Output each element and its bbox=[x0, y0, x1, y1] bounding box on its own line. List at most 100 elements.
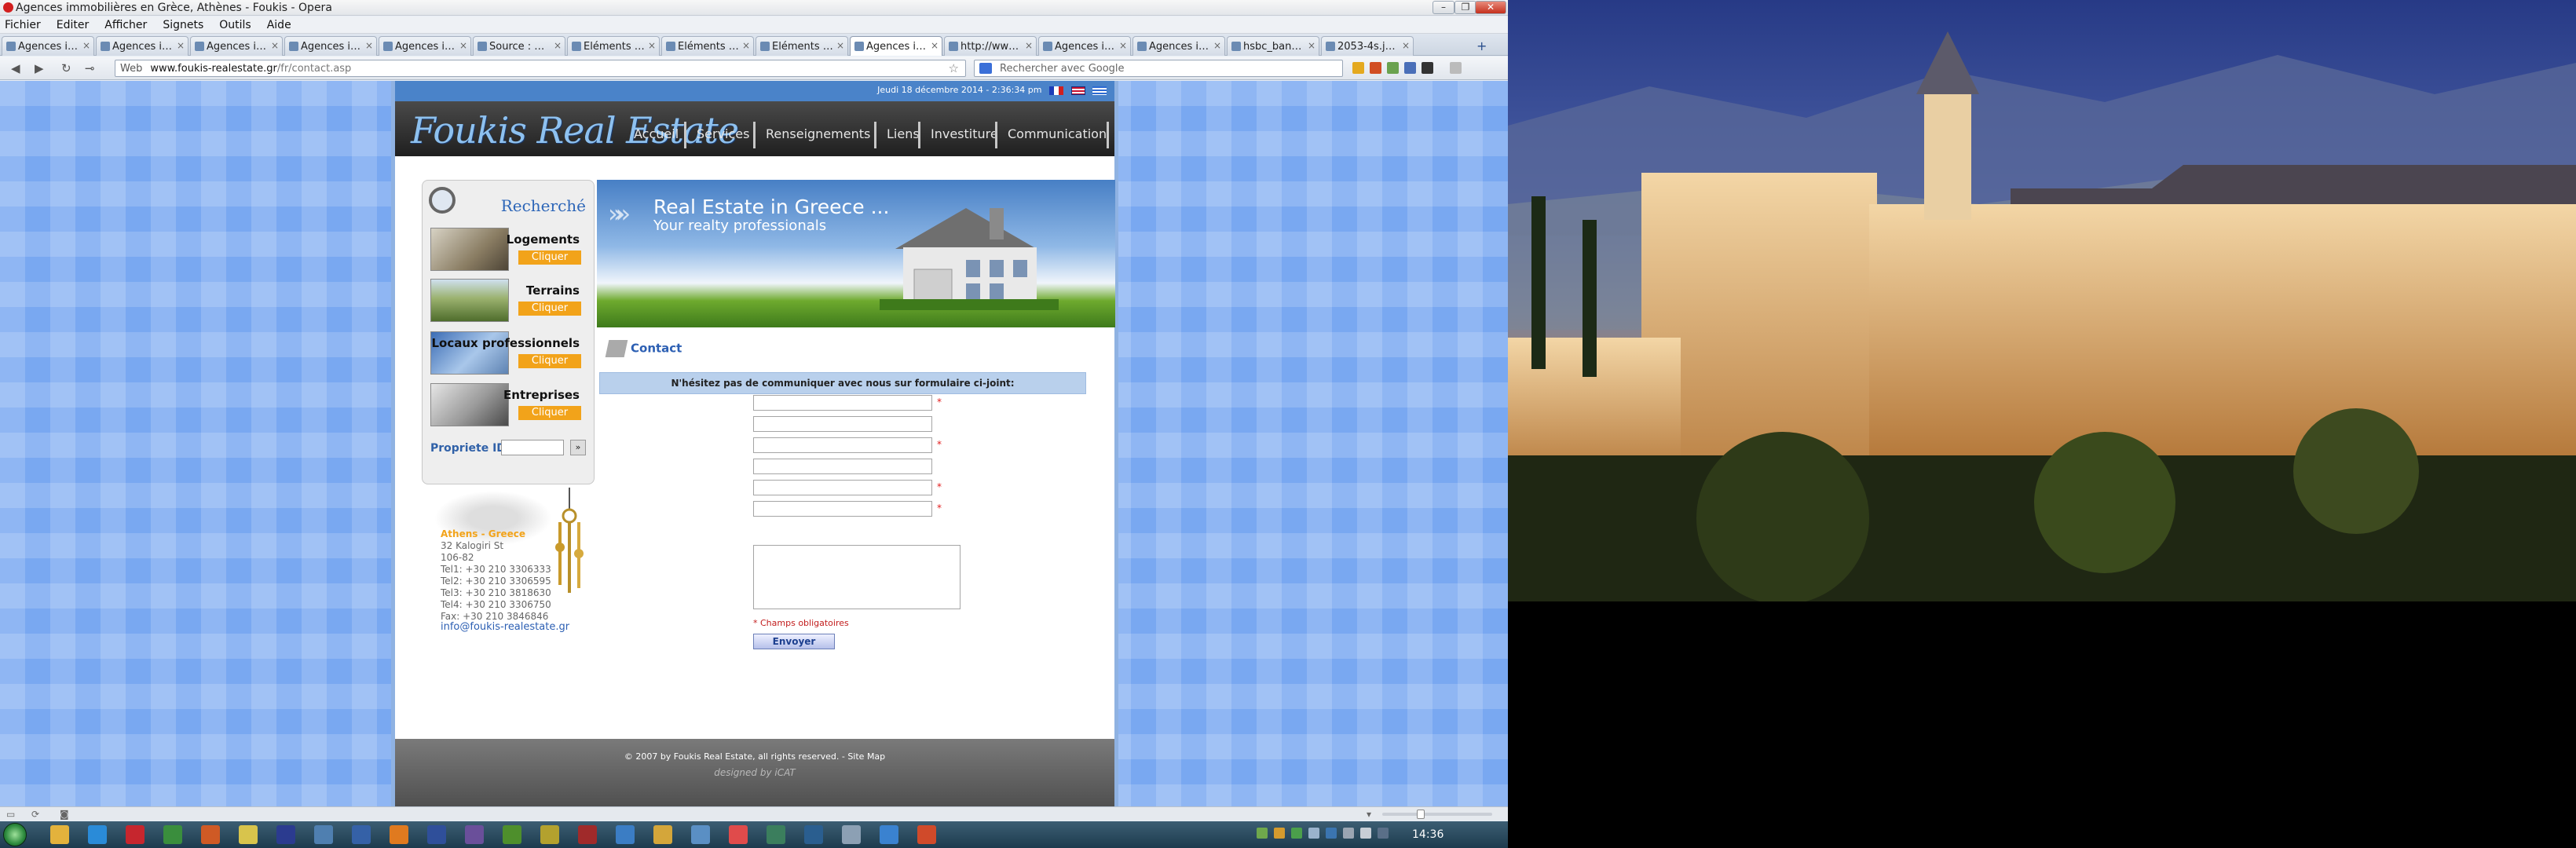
internet-explorer-icon[interactable] bbox=[88, 825, 107, 844]
tab-8[interactable]: Eléments du c...× bbox=[661, 36, 754, 56]
site-logo[interactable]: Foukis Real Estate bbox=[411, 109, 739, 152]
app-icon[interactable] bbox=[729, 825, 748, 844]
property-id-button[interactable]: » bbox=[570, 440, 586, 455]
menu-fichier[interactable]: Fichier bbox=[5, 19, 41, 31]
tab-close-icon[interactable]: × bbox=[82, 40, 90, 51]
nav-accueil[interactable]: Accueil bbox=[634, 126, 679, 141]
extension-icon[interactable] bbox=[1404, 62, 1416, 74]
forward-icon[interactable]: ▶ bbox=[35, 61, 44, 75]
tab-4[interactable]: Agences imm...× bbox=[284, 36, 377, 56]
volume-icon[interactable] bbox=[1360, 828, 1371, 839]
tools-icon[interactable] bbox=[1450, 62, 1462, 74]
tab-close-icon[interactable]: × bbox=[1025, 40, 1033, 51]
fax-input[interactable] bbox=[753, 459, 932, 474]
app-icon[interactable] bbox=[767, 825, 785, 844]
extension-icon[interactable] bbox=[1387, 62, 1399, 74]
app-icon[interactable] bbox=[201, 825, 220, 844]
app-icon[interactable] bbox=[880, 825, 898, 844]
tray-icon[interactable] bbox=[1326, 828, 1337, 839]
mob-input[interactable] bbox=[753, 480, 932, 495]
new-tab-button[interactable]: + bbox=[1476, 38, 1487, 53]
adresse-input[interactable] bbox=[753, 416, 932, 432]
greek-flag-icon[interactable] bbox=[1092, 86, 1107, 95]
back-icon[interactable]: ◀ bbox=[11, 61, 20, 75]
app-icon[interactable] bbox=[804, 825, 823, 844]
maximize-button[interactable]: ❐ bbox=[1454, 1, 1476, 14]
app-icon[interactable] bbox=[578, 825, 597, 844]
opera-taskbar-icon[interactable] bbox=[126, 825, 145, 844]
tab-5[interactable]: Agences imm...× bbox=[379, 36, 471, 56]
zoom-slider-handle[interactable] bbox=[1417, 810, 1425, 819]
extension-icon[interactable] bbox=[1352, 62, 1364, 74]
property-id-input[interactable] bbox=[501, 440, 564, 455]
tab-6[interactable]: Source : Agen...× bbox=[473, 36, 565, 56]
app-icon[interactable] bbox=[616, 825, 635, 844]
nav-services[interactable]: Services bbox=[697, 126, 749, 141]
tab-close-icon[interactable]: × bbox=[931, 40, 939, 51]
tab-close-icon[interactable]: × bbox=[271, 40, 279, 51]
tab-10-active[interactable]: Agences imm...× bbox=[850, 36, 942, 56]
tab-12[interactable]: Agences imm...× bbox=[1038, 36, 1131, 56]
camera-icon[interactable]: ◙ bbox=[60, 809, 69, 820]
email-link[interactable]: info@foukis-realestate.gr bbox=[441, 621, 569, 633]
explorer-icon[interactable] bbox=[50, 825, 69, 844]
taskbar-clock[interactable]: 14:36 bbox=[1412, 828, 1444, 841]
tray-icon[interactable] bbox=[1274, 828, 1285, 839]
tab-1[interactable]: Agences imm...× bbox=[2, 36, 94, 56]
url-field[interactable]: Web www.foukis-realestate.gr/fr/contact.a… bbox=[115, 60, 966, 77]
french-flag-icon[interactable] bbox=[1049, 86, 1063, 95]
action-center-icon[interactable] bbox=[1378, 828, 1389, 839]
chrome-icon[interactable] bbox=[163, 825, 182, 844]
tab-3[interactable]: Agences imm...× bbox=[190, 36, 283, 56]
tray-icon[interactable] bbox=[1308, 828, 1319, 839]
folder-icon[interactable] bbox=[653, 825, 672, 844]
nav-liens[interactable]: Liens bbox=[887, 126, 920, 141]
tab-14[interactable]: hsbc_bank.gif...× bbox=[1227, 36, 1319, 56]
speed-dial-icon[interactable]: ⟳ bbox=[31, 809, 39, 820]
tab-close-icon[interactable]: × bbox=[365, 40, 373, 51]
close-button[interactable]: ✕ bbox=[1475, 1, 1506, 14]
tab-close-icon[interactable]: × bbox=[742, 40, 750, 51]
app-icon[interactable] bbox=[352, 825, 371, 844]
zoom-icon[interactable]: ▾ bbox=[1367, 809, 1371, 820]
menu-outils[interactable]: Outils bbox=[219, 19, 251, 31]
tab-close-icon[interactable]: × bbox=[1402, 40, 1410, 51]
app-icon[interactable] bbox=[314, 825, 333, 844]
tab-close-icon[interactable]: × bbox=[1308, 40, 1315, 51]
english-flag-icon[interactable] bbox=[1070, 86, 1085, 95]
tab-7[interactable]: Eléments du c...× bbox=[567, 36, 660, 56]
app-icon[interactable] bbox=[390, 825, 408, 844]
bookmark-star-icon[interactable]: ☆ bbox=[949, 61, 959, 75]
nav-communication[interactable]: Communication bbox=[1008, 126, 1107, 141]
logements-cliquer-button[interactable]: Cliquer bbox=[518, 250, 581, 265]
app-icon[interactable] bbox=[917, 825, 936, 844]
zoom-slider[interactable] bbox=[1382, 813, 1492, 816]
tel-input[interactable] bbox=[753, 437, 932, 453]
tab-close-icon[interactable]: × bbox=[648, 40, 656, 51]
key-icon[interactable]: ⊸ bbox=[85, 61, 95, 75]
terrains-cliquer-button[interactable]: Cliquer bbox=[518, 302, 581, 316]
start-button[interactable] bbox=[3, 823, 27, 846]
tray-icon[interactable] bbox=[1291, 828, 1302, 839]
photoshop-icon[interactable] bbox=[427, 825, 446, 844]
app-icon[interactable] bbox=[842, 825, 861, 844]
entreprises-cliquer-button[interactable]: Cliquer bbox=[518, 406, 581, 420]
sitemap-link[interactable]: Site Map bbox=[847, 751, 885, 762]
menu-aide[interactable]: Aide bbox=[267, 19, 291, 31]
app-icon[interactable] bbox=[540, 825, 559, 844]
tab-close-icon[interactable]: × bbox=[459, 40, 467, 51]
tab-close-icon[interactable]: × bbox=[1213, 40, 1221, 51]
tab-15[interactable]: 2053-4s.jpg (3...× bbox=[1321, 36, 1414, 56]
tab-9[interactable]: Eléments du c...× bbox=[756, 36, 848, 56]
tab-2[interactable]: Agences imm...× bbox=[96, 36, 188, 56]
app-icon[interactable] bbox=[691, 825, 710, 844]
locaux-cliquer-button[interactable]: Cliquer bbox=[518, 354, 581, 368]
network-icon[interactable] bbox=[1343, 828, 1354, 839]
menu-afficher[interactable]: Afficher bbox=[104, 19, 147, 31]
reload-icon[interactable]: ↻ bbox=[61, 61, 71, 75]
minimize-button[interactable]: – bbox=[1433, 1, 1454, 14]
nav-investiture[interactable]: Investiture bbox=[931, 126, 998, 141]
app-icon[interactable] bbox=[276, 825, 295, 844]
search-field[interactable]: Rechercher avec Google bbox=[974, 60, 1343, 77]
tab-close-icon[interactable]: × bbox=[1119, 40, 1127, 51]
